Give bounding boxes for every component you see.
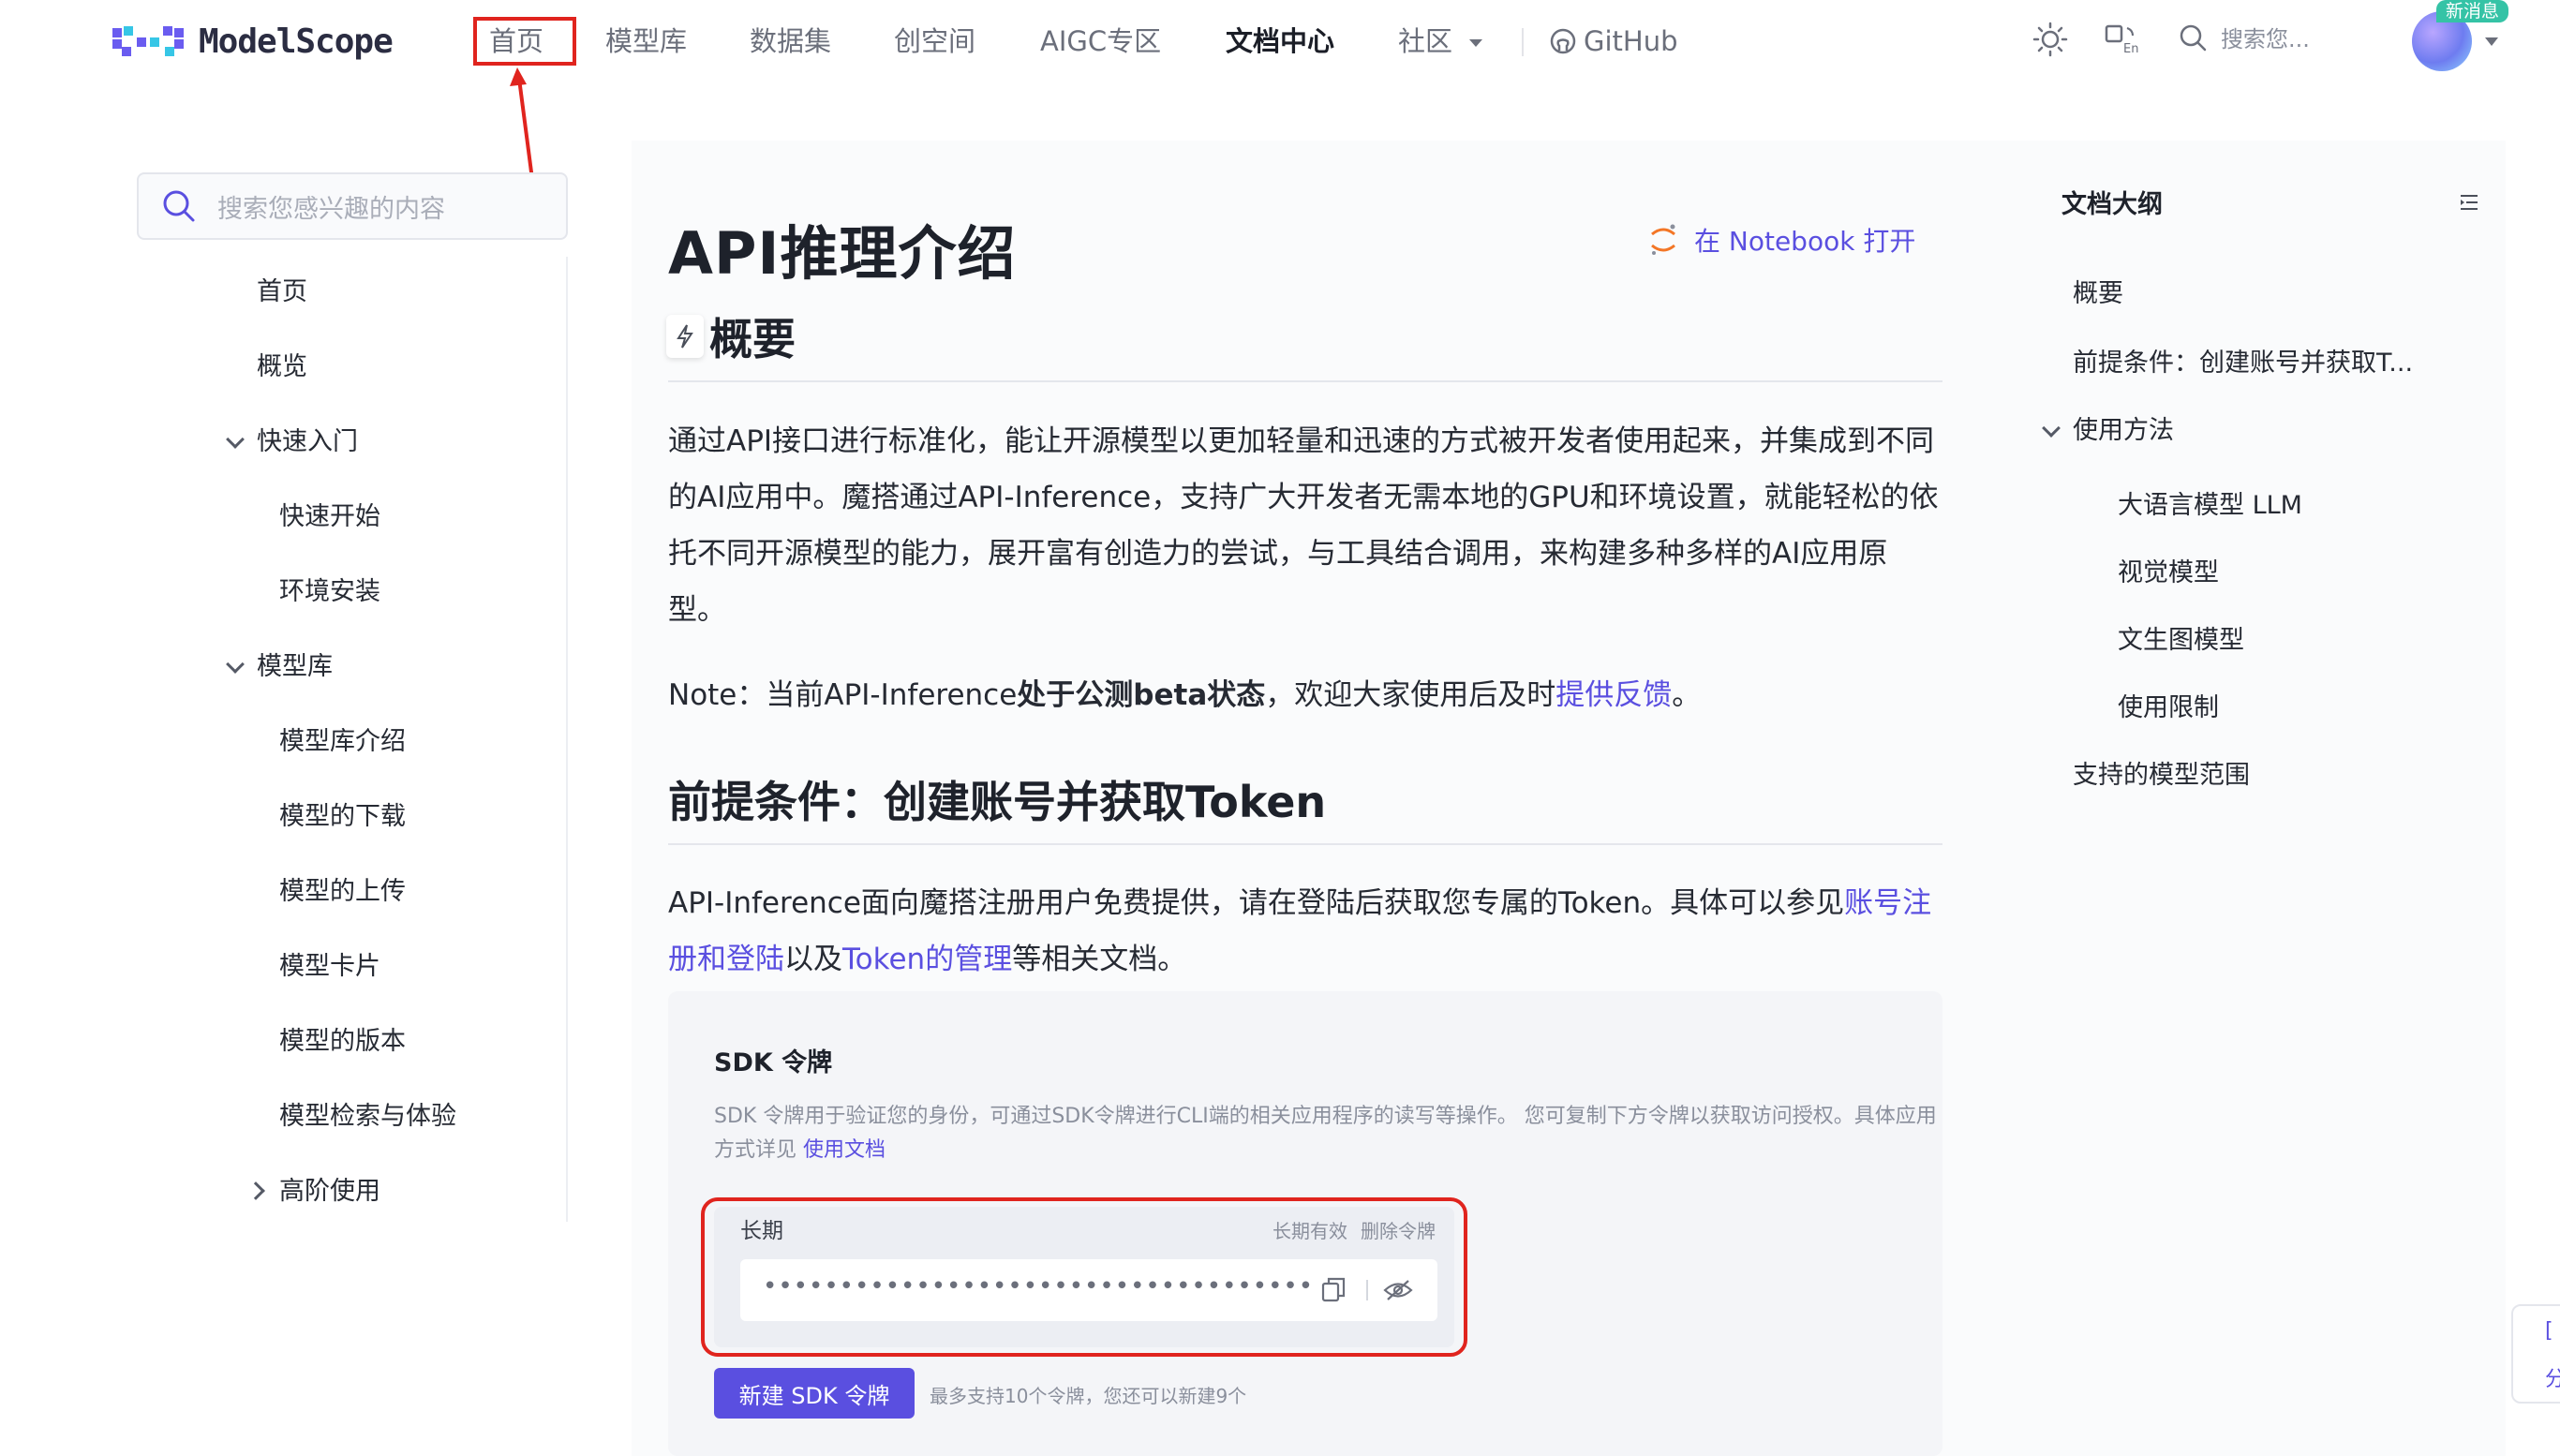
note-middle: ，欢迎大家使用后及时 (1265, 678, 1556, 712)
outline-item-llm[interactable]: 大语言模型 LLM (2118, 487, 2302, 525)
new-sdk-token-button[interactable]: 新建 SDK 令牌 (714, 1368, 915, 1419)
sidebar-item-env-setup[interactable]: 环境安装 (279, 573, 380, 611)
github-icon (1550, 28, 1576, 54)
section-divider (668, 380, 1942, 382)
beta-note: Note：当前API-Inference处于公测beta状态，欢迎大家使用后及时… (668, 667, 1942, 723)
header-search[interactable]: 搜索您... (2178, 21, 2310, 53)
feedback-link[interactable]: 提供反馈 (1555, 678, 1672, 712)
open-in-notebook-link[interactable]: 在 Notebook 打开 (1649, 221, 1915, 259)
modelscope-logo-icon (112, 26, 184, 56)
outline-item-usage[interactable]: 使用方法 (2073, 412, 2174, 450)
search-icon (163, 190, 195, 222)
outline-title: 文档大纲 (2061, 190, 2163, 219)
sidebar-item-model-version[interactable]: 模型的版本 (279, 1023, 406, 1061)
outline-item-text-to-image[interactable]: 文生图模型 (2118, 622, 2244, 660)
sidebar-search-input[interactable]: 搜索您感兴趣的内容 (137, 172, 568, 240)
top-nav: ModelScope 首页 模型库 数据集 创空间 AIGC专区 文档中心 社区… (0, 0, 2560, 90)
nav-divider (1522, 28, 1524, 56)
note-prefix: Note：当前API-Inference (668, 678, 1018, 712)
nav-datasets[interactable]: 数据集 (750, 22, 831, 60)
outline-item-overview[interactable]: 概要 (2073, 275, 2123, 313)
chevron-right-icon[interactable] (246, 1181, 265, 1200)
language-switch-icon[interactable]: En (2101, 21, 2138, 58)
outline-item-prerequisites[interactable]: 前提条件：创建账号并获取T... (2073, 345, 2413, 382)
token-management-link[interactable]: Token的管理 (842, 943, 1012, 976)
logo-text: ModelScope (199, 22, 394, 61)
nav-studios[interactable]: 创空间 (894, 22, 975, 60)
outline-menu-icon[interactable] (2459, 193, 2479, 212)
sidebar-item-overview[interactable]: 概览 (257, 349, 307, 386)
prereq-text-a: API-Inference面向魔搭注册用户免费提供，请在登陆后获取您专属的Tok… (668, 886, 1845, 920)
note-end: 。 (1672, 678, 1702, 712)
chevron-down-icon[interactable] (226, 655, 245, 674)
outline-item-limits[interactable]: 使用限制 (2118, 690, 2219, 727)
token-limit-hint: 最多支持10个令牌，您还可以新建9个 (930, 1385, 1247, 1407)
open-in-notebook-label: 在 Notebook 打开 (1694, 226, 1916, 257)
sidebar-item-model-card[interactable]: 模型卡片 (279, 948, 380, 986)
modelscope-logo[interactable]: ModelScope (112, 21, 394, 62)
theme-sun-icon[interactable] (2032, 21, 2069, 58)
sidebar-divider (566, 257, 568, 1222)
sidebar-item-models-group[interactable]: 模型库 (257, 648, 333, 686)
nav-docs[interactable]: 文档中心 (1226, 22, 1334, 60)
float-widget-bottom-label: 分 (2545, 1368, 2560, 1391)
usage-docs-link[interactable]: 使用文档 (803, 1138, 886, 1162)
prereq-text-c: 等相关文档。 (1012, 943, 1187, 976)
section-divider (668, 843, 1942, 845)
prereq-text-b: 以及 (784, 943, 842, 976)
outline-item-vision[interactable]: 视觉模型 (2118, 555, 2219, 592)
lightning-icon[interactable] (666, 315, 704, 358)
sidebar-search-placeholder: 搜索您感兴趣的内容 (217, 194, 445, 224)
section-title-prerequisites: 前提条件：创建账号并获取Token (668, 777, 1327, 827)
svg-text:En: En (2123, 42, 2138, 56)
section-title-overview: 概要 (709, 314, 796, 364)
nav-community[interactable]: 社区 (1398, 22, 1483, 60)
nav-aigc[interactable]: AIGC专区 (1040, 22, 1161, 60)
chevron-down-icon[interactable] (226, 430, 245, 449)
floating-share-widget[interactable]: [ 分 (2511, 1304, 2560, 1404)
sidebar-item-home[interactable]: 首页 (257, 274, 307, 311)
annotation-highlight-box (701, 1197, 1467, 1357)
annotation-highlight-box (473, 17, 576, 66)
search-icon (2180, 24, 2207, 51)
nav-github[interactable]: GitHub (1550, 22, 1678, 60)
header-search-placeholder: 搜索您... (2221, 26, 2310, 52)
sidebar-item-quickstart-group[interactable]: 快速入门 (257, 423, 358, 461)
jupyter-icon (1651, 224, 1675, 255)
sidebar-item-model-download[interactable]: 模型的下载 (279, 798, 406, 836)
nav-models[interactable]: 模型库 (605, 22, 687, 60)
sidebar-item-model-upload[interactable]: 模型的上传 (279, 873, 406, 911)
nav-github-label: GitHub (1584, 25, 1678, 57)
prerequisites-paragraph: API-Inference面向魔搭注册用户免费提供，请在登陆后获取您专属的Tok… (668, 875, 1942, 988)
intro-paragraph: 通过API接口进行标准化，能让开源模型以更加轻量和迅速的方式被开发者使用起来，并… (668, 424, 1939, 627)
nav-community-label: 社区 (1398, 25, 1453, 57)
sdk-token-title: SDK 令牌 (714, 1048, 833, 1077)
note-beta-status: 处于公测beta状态 (1017, 678, 1266, 712)
new-message-badge[interactable]: 新消息 (2436, 0, 2509, 22)
page-root: ModelScope 首页 模型库 数据集 创空间 AIGC专区 文档中心 社区… (0, 0, 2560, 1456)
sidebar-item-quickstart[interactable]: 快速开始 (279, 498, 380, 536)
float-widget-top-label: [ (2545, 1319, 2553, 1343)
sidebar-item-model-search[interactable]: 模型检索与体验 (279, 1098, 456, 1136)
outline-item-supported-models[interactable]: 支持的模型范围 (2073, 757, 2250, 795)
sdk-desc-text: SDK 令牌用于验证您的身份，可通过SDK令牌进行CLI端的相关应用程序的读写等… (714, 1105, 1937, 1162)
page-title: API推理介绍 (668, 219, 1017, 288)
avatar-caret-icon[interactable] (2485, 37, 2498, 46)
sidebar-item-models-intro[interactable]: 模型库介绍 (279, 723, 406, 761)
caret-down-icon (1469, 39, 1483, 47)
sidebar-item-advanced[interactable]: 高阶使用 (279, 1173, 380, 1211)
sdk-token-description: SDK 令牌用于验证您的身份，可通过SDK令牌进行CLI端的相关应用程序的读写等… (714, 1100, 1951, 1167)
